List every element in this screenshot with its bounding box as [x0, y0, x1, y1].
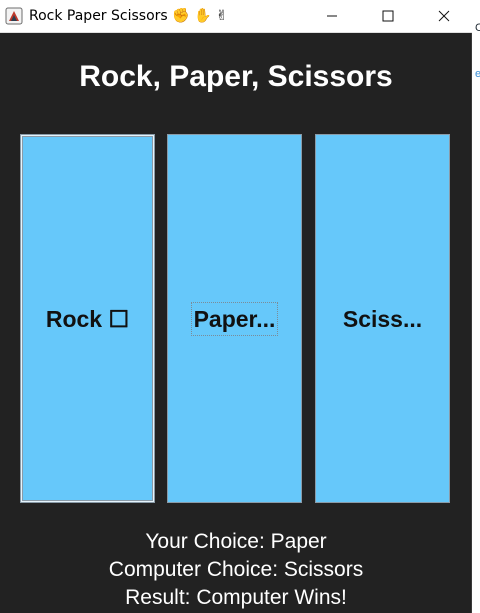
results-panel: Your Choice: Paper Computer Choice: Scis…: [0, 528, 472, 612]
java-app-icon: [5, 7, 23, 25]
minimize-icon: [327, 15, 337, 17]
title-bar[interactable]: Rock Paper Scissors ✊ ✋ ✌: [0, 0, 472, 33]
minimize-button[interactable]: [304, 0, 360, 32]
maximize-icon: [382, 10, 394, 22]
maximize-button[interactable]: [360, 0, 416, 32]
paper-button-label: Paper...: [190, 301, 279, 336]
background-window-edge: [472, 0, 480, 613]
close-button[interactable]: [416, 0, 472, 32]
background-text-fragment: C: [475, 22, 480, 34]
scissors-button-label: Sciss...: [342, 305, 423, 332]
paper-button[interactable]: Paper...: [167, 134, 302, 503]
result-text: Result: Computer Wins!: [125, 586, 347, 609]
scissors-button[interactable]: Sciss...: [315, 134, 450, 503]
close-icon: [438, 10, 450, 22]
rock-button[interactable]: Rock ☐: [20, 134, 155, 503]
computer-choice-text: Computer Choice: Scissors: [108, 558, 364, 581]
rock-button-label: Rock ☐: [45, 305, 130, 332]
background-text-fragment: e: [475, 68, 480, 80]
window-title: Rock Paper Scissors ✊ ✋ ✌: [29, 8, 228, 24]
app-window: Rock Paper Scissors ✊ ✋ ✌ Rock, Paper, S…: [0, 0, 472, 613]
your-choice-text: Your Choice: Paper: [145, 530, 327, 553]
game-title: Rock, Paper, Scissors: [79, 60, 393, 93]
